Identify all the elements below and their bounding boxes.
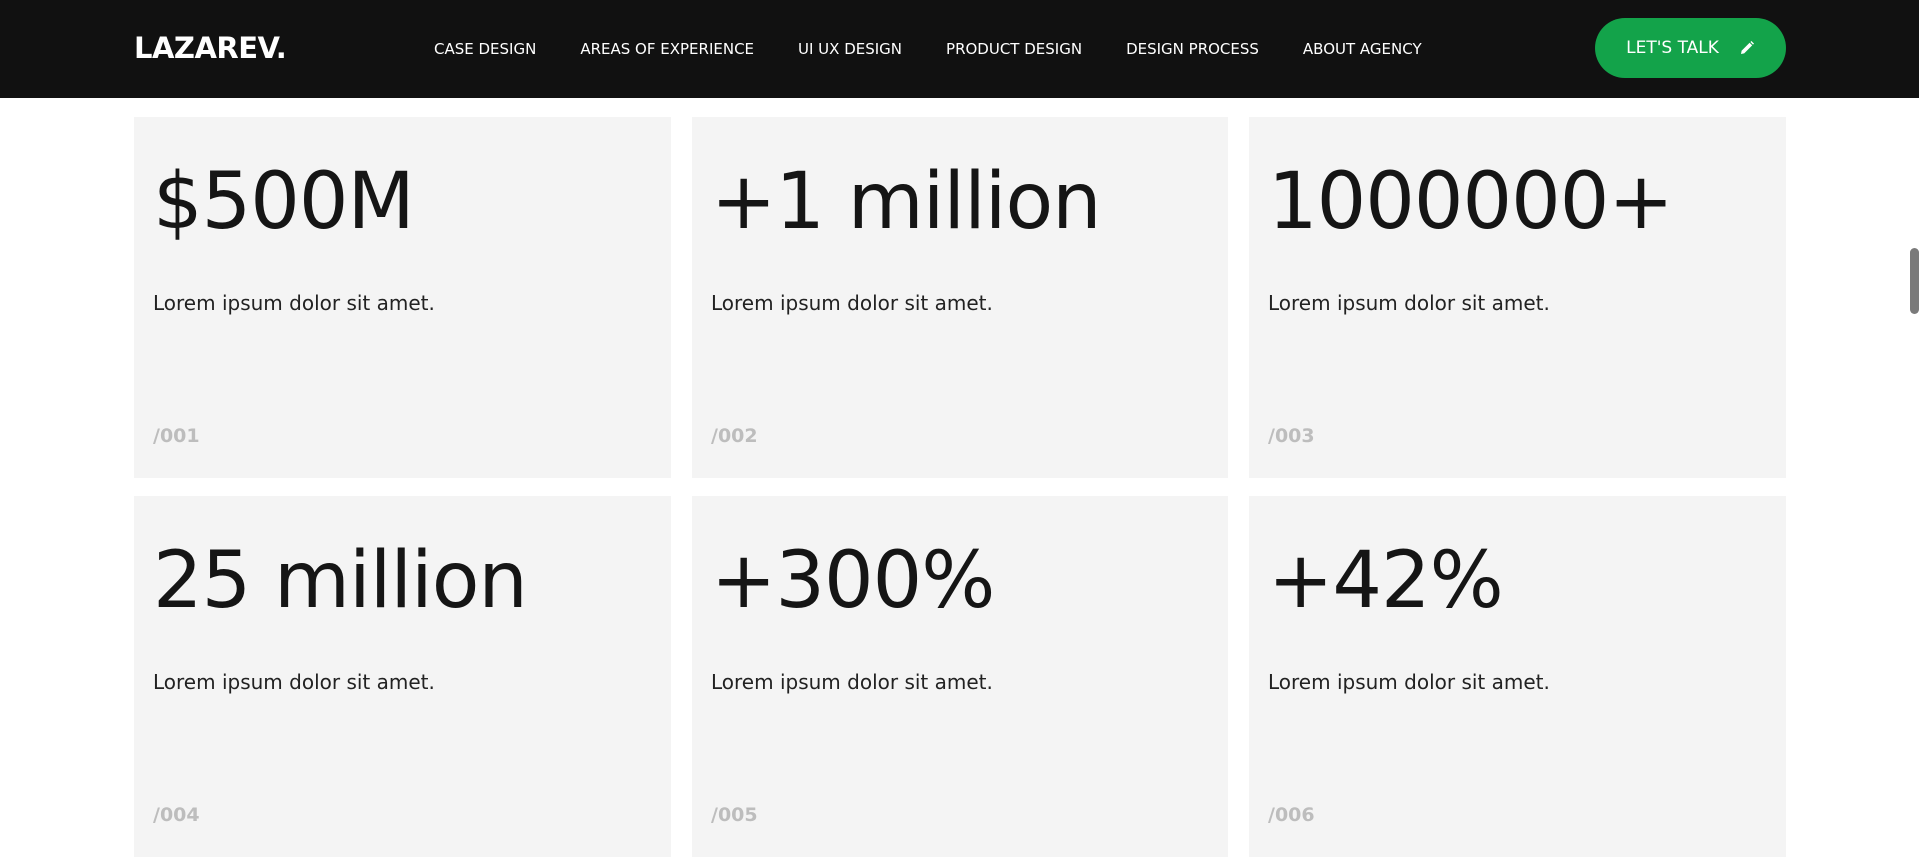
stat-card: $500M Lorem ipsum dolor sit amet. /001 bbox=[134, 117, 671, 478]
stat-description: Lorem ipsum dolor sit amet. bbox=[1268, 291, 1550, 315]
stat-card: 25 million Lorem ipsum dolor sit amet. /… bbox=[134, 496, 671, 857]
lets-talk-button[interactable]: LET'S TALK bbox=[1595, 18, 1786, 78]
stat-value: 1000000+ bbox=[1268, 157, 1674, 247]
stat-value: $500M bbox=[153, 157, 415, 247]
pencil-icon bbox=[1739, 40, 1755, 56]
lets-talk-label: LET'S TALK bbox=[1626, 38, 1719, 58]
stat-description: Lorem ipsum dolor sit amet. bbox=[1268, 670, 1550, 694]
scrollbar-thumb[interactable] bbox=[1910, 248, 1919, 314]
stat-index: /005 bbox=[711, 804, 758, 826]
site-header: LAZAREV. CASE DESIGN AREAS OF EXPERIENCE… bbox=[0, 0, 1919, 98]
stat-description: Lorem ipsum dolor sit amet. bbox=[711, 291, 993, 315]
nav-item-design-process[interactable]: DESIGN PROCESS bbox=[1126, 38, 1259, 60]
stat-value: +300% bbox=[711, 536, 995, 626]
stat-index: /006 bbox=[1268, 804, 1315, 826]
stat-index: /002 bbox=[711, 425, 758, 447]
nav-item-about-agency[interactable]: ABOUT AGENCY bbox=[1303, 38, 1422, 60]
nav-item-areas-of-experience[interactable]: AREAS OF EXPERIENCE bbox=[580, 38, 754, 60]
stat-value: 25 million bbox=[153, 536, 528, 626]
stats-grid: $500M Lorem ipsum dolor sit amet. /001 +… bbox=[134, 117, 1786, 857]
stat-card: 1000000+ Lorem ipsum dolor sit amet. /00… bbox=[1249, 117, 1786, 478]
nav-item-product-design[interactable]: PRODUCT DESIGN bbox=[946, 38, 1082, 60]
stat-card: +300% Lorem ipsum dolor sit amet. /005 bbox=[692, 496, 1228, 857]
stat-card: +1 million Lorem ipsum dolor sit amet. /… bbox=[692, 117, 1228, 478]
stat-index: /003 bbox=[1268, 425, 1315, 447]
nav-item-case-design[interactable]: CASE DESIGN bbox=[434, 38, 536, 60]
stat-description: Lorem ipsum dolor sit amet. bbox=[153, 291, 435, 315]
stat-index: /004 bbox=[153, 804, 200, 826]
stat-value: +42% bbox=[1268, 536, 1504, 626]
nav-item-ui-ux-design[interactable]: UI UX DESIGN bbox=[798, 38, 902, 60]
logo[interactable]: LAZAREV. bbox=[134, 30, 287, 66]
stat-description: Lorem ipsum dolor sit amet. bbox=[153, 670, 435, 694]
nav-list: CASE DESIGN AREAS OF EXPERIENCE UI UX DE… bbox=[434, 38, 1466, 60]
stat-index: /001 bbox=[153, 425, 200, 447]
stat-description: Lorem ipsum dolor sit amet. bbox=[711, 670, 993, 694]
stat-card: +42% Lorem ipsum dolor sit amet. /006 bbox=[1249, 496, 1786, 857]
stat-value: +1 million bbox=[711, 157, 1102, 247]
